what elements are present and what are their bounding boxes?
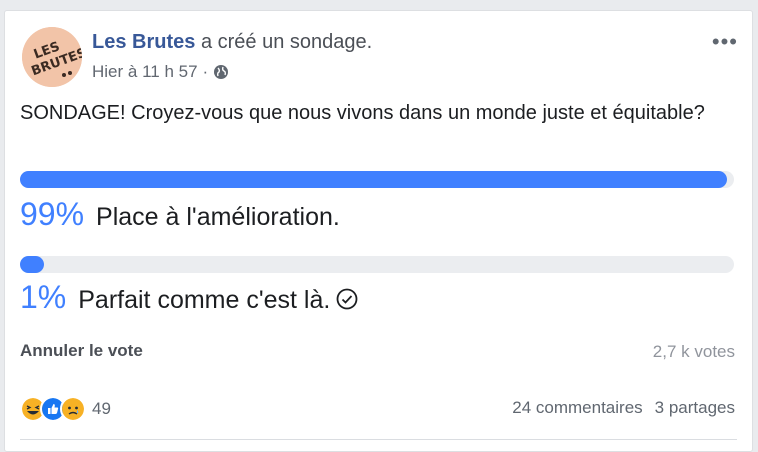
engagement-stats: 24 commentaires 3 partages <box>512 398 735 418</box>
poll-option-1[interactable]: 99% Place à l'amélioration. <box>20 196 340 233</box>
poll-option-1-bar[interactable] <box>20 171 734 188</box>
poll-option-1-percent: 99% <box>20 196 85 232</box>
comments-count-link[interactable]: 24 commentaires <box>512 398 642 418</box>
checkmark-circle-icon <box>336 288 358 310</box>
page-avatar[interactable]: LES BRUTES <box>22 27 82 87</box>
post-meta: Hier à 11 h 57 · <box>92 62 229 82</box>
poll-option-1-fill <box>20 171 727 188</box>
sad-icon <box>60 396 86 422</box>
timestamp-link[interactable]: Hier à 11 h 57 <box>92 62 198 82</box>
globe-icon[interactable] <box>213 64 229 80</box>
reactions-summary[interactable]: 49 <box>20 396 111 422</box>
footer-divider <box>20 439 737 440</box>
poll-option-2-percent: 1% <box>20 279 67 315</box>
post-card: LES BRUTES Les Brutes a créé un sondage.… <box>4 10 753 452</box>
poll-option-2[interactable]: 1% Parfait comme c'est là. <box>20 279 358 316</box>
vote-count[interactable]: 2,7 k votes <box>653 342 735 362</box>
brutes-logo-icon: LES BRUTES <box>22 27 82 87</box>
poll-option-1-label: Place à l'amélioration. <box>96 203 340 231</box>
shares-count-link[interactable]: 3 partages <box>655 398 735 418</box>
poll-option-2-label: Parfait comme c'est là. <box>78 286 358 315</box>
poll-option-2-bar[interactable] <box>20 256 734 273</box>
meta-separator: · <box>202 62 209 81</box>
cancel-vote-link[interactable]: Annuler le vote <box>20 341 143 361</box>
author-name-link[interactable]: Les Brutes <box>92 31 195 53</box>
author-action-text: a créé un sondage. <box>200 31 373 53</box>
poll-option-2-text: Parfait comme c'est là. <box>78 286 331 314</box>
reaction-count: 49 <box>92 399 111 418</box>
more-options-icon[interactable]: ••• <box>712 29 738 55</box>
post-header: Les Brutes a créé un sondage. <box>92 31 372 54</box>
poll-option-2-fill <box>20 256 44 273</box>
poll-question: SONDAGE! Croyez-vous que nous vivons dan… <box>20 102 705 124</box>
